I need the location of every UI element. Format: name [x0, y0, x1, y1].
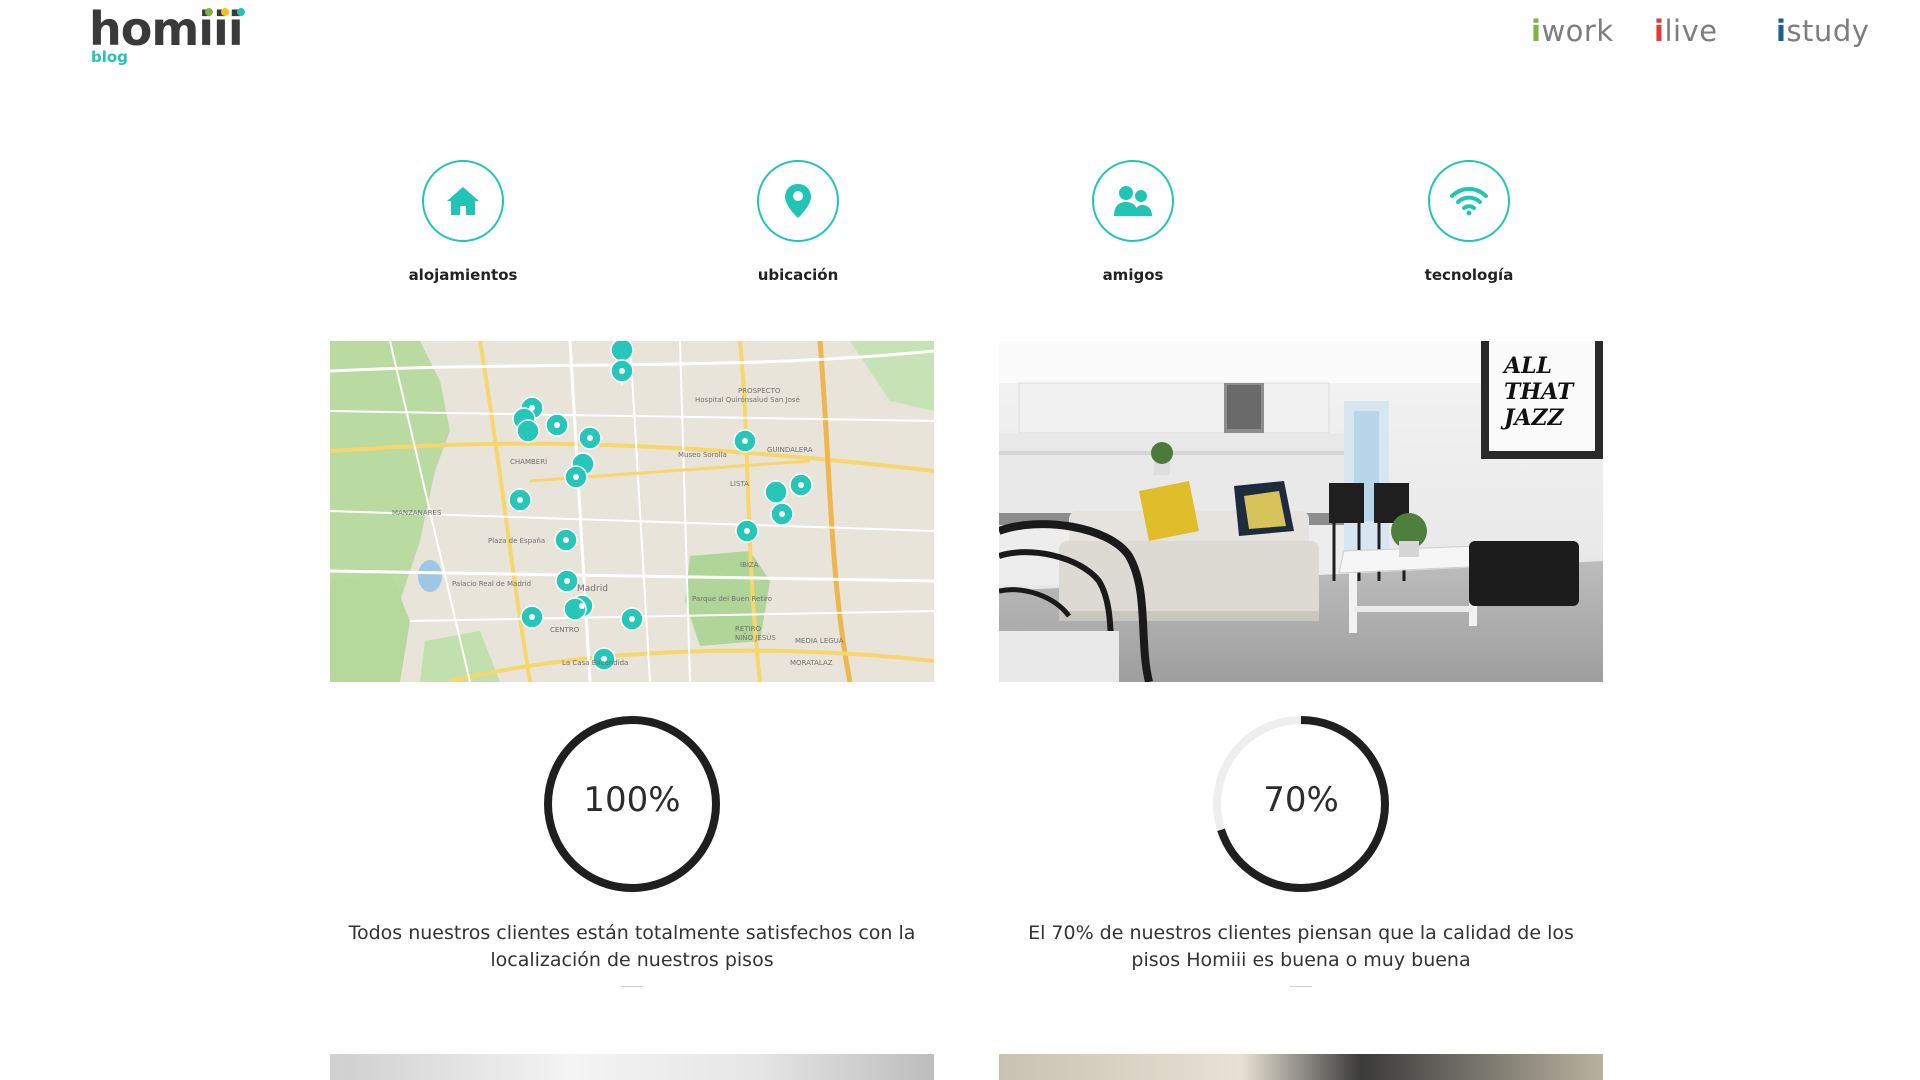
map-label: Palacio Real de Madrid: [452, 580, 531, 588]
map-label: MEDIA LEGUA: [795, 637, 844, 645]
stat-description: El 70% de nuestros clientes piensan que …: [1028, 922, 1574, 971]
map-label: Museo Sorolla: [678, 451, 727, 459]
map-pin-icon: [757, 160, 839, 242]
progress-ring-quality: 70%: [1211, 714, 1391, 894]
map-label: MORATALAZ: [790, 659, 833, 667]
iwork-link[interactable]: iwork: [1531, 14, 1614, 48]
map-label: Plaza de España: [488, 537, 545, 545]
category-label: alojamientos: [408, 266, 518, 284]
map-label: Parque del Buen Retiro: [692, 595, 772, 603]
stat-quality: 70% El 70% de nuestros clientes piensan …: [999, 714, 1603, 987]
map-label: Hospital Quirónsalud San José: [695, 396, 800, 404]
map-label: LISTA: [730, 480, 749, 488]
map-label: CHAMBERÍ: [510, 457, 547, 466]
stat-description: Todos nuestros clientes están totalmente…: [348, 922, 916, 971]
map-label: Madrid: [577, 584, 608, 594]
category-label: ubicación: [757, 266, 839, 284]
progress-ring-location: 100%: [542, 714, 722, 894]
homiii-logo[interactable]: homiii blog: [89, 6, 245, 66]
map-label: MANZANARES: [392, 509, 442, 517]
divider: [621, 986, 643, 987]
map-label: PROSPECTO: [738, 387, 781, 395]
wifi-icon: [1428, 160, 1510, 242]
poster-text: ALL: [1502, 353, 1552, 379]
stat-location: 100% Todos nuestros clientes están total…: [330, 714, 934, 987]
divider: [1290, 986, 1312, 987]
ilive-link[interactable]: ilive: [1654, 14, 1718, 48]
article-thumbnail[interactable]: [330, 1054, 934, 1080]
stat-value: 70%: [1263, 780, 1339, 820]
category-tecnologia[interactable]: tecnología: [1359, 160, 1579, 284]
category-alojamientos[interactable]: alojamientos: [353, 160, 573, 284]
map-label: NIÑO JESÚS: [735, 633, 776, 642]
users-icon: [1092, 160, 1174, 242]
article-thumbnail[interactable]: [999, 1054, 1603, 1080]
map-label: RETIRO: [735, 625, 761, 633]
stat-value: 100%: [583, 780, 681, 820]
category-amigos[interactable]: amigos: [1023, 160, 1243, 284]
apartment-photo[interactable]: ALL THAT JAZZ: [999, 341, 1603, 682]
istudy-link[interactable]: istudy: [1776, 14, 1869, 48]
map-label: La Casa Encendida: [562, 659, 628, 667]
home-icon: [422, 160, 504, 242]
category-label: tecnología: [1424, 266, 1514, 284]
poster-text: THAT: [1504, 379, 1575, 405]
category-ubicacion[interactable]: ubicación: [688, 160, 908, 284]
logo-dots: [204, 8, 245, 16]
madrid-map[interactable]: CHAMBERÍ MANZANARES CENTRO RETIRO Madrid…: [330, 341, 934, 682]
map-label: CENTRO: [550, 626, 580, 634]
category-label: amigos: [1102, 266, 1164, 284]
map-label: IBIZA: [740, 561, 759, 569]
map-label: GUINDALERA: [767, 446, 813, 454]
poster-text: JAZZ: [1500, 405, 1565, 431]
